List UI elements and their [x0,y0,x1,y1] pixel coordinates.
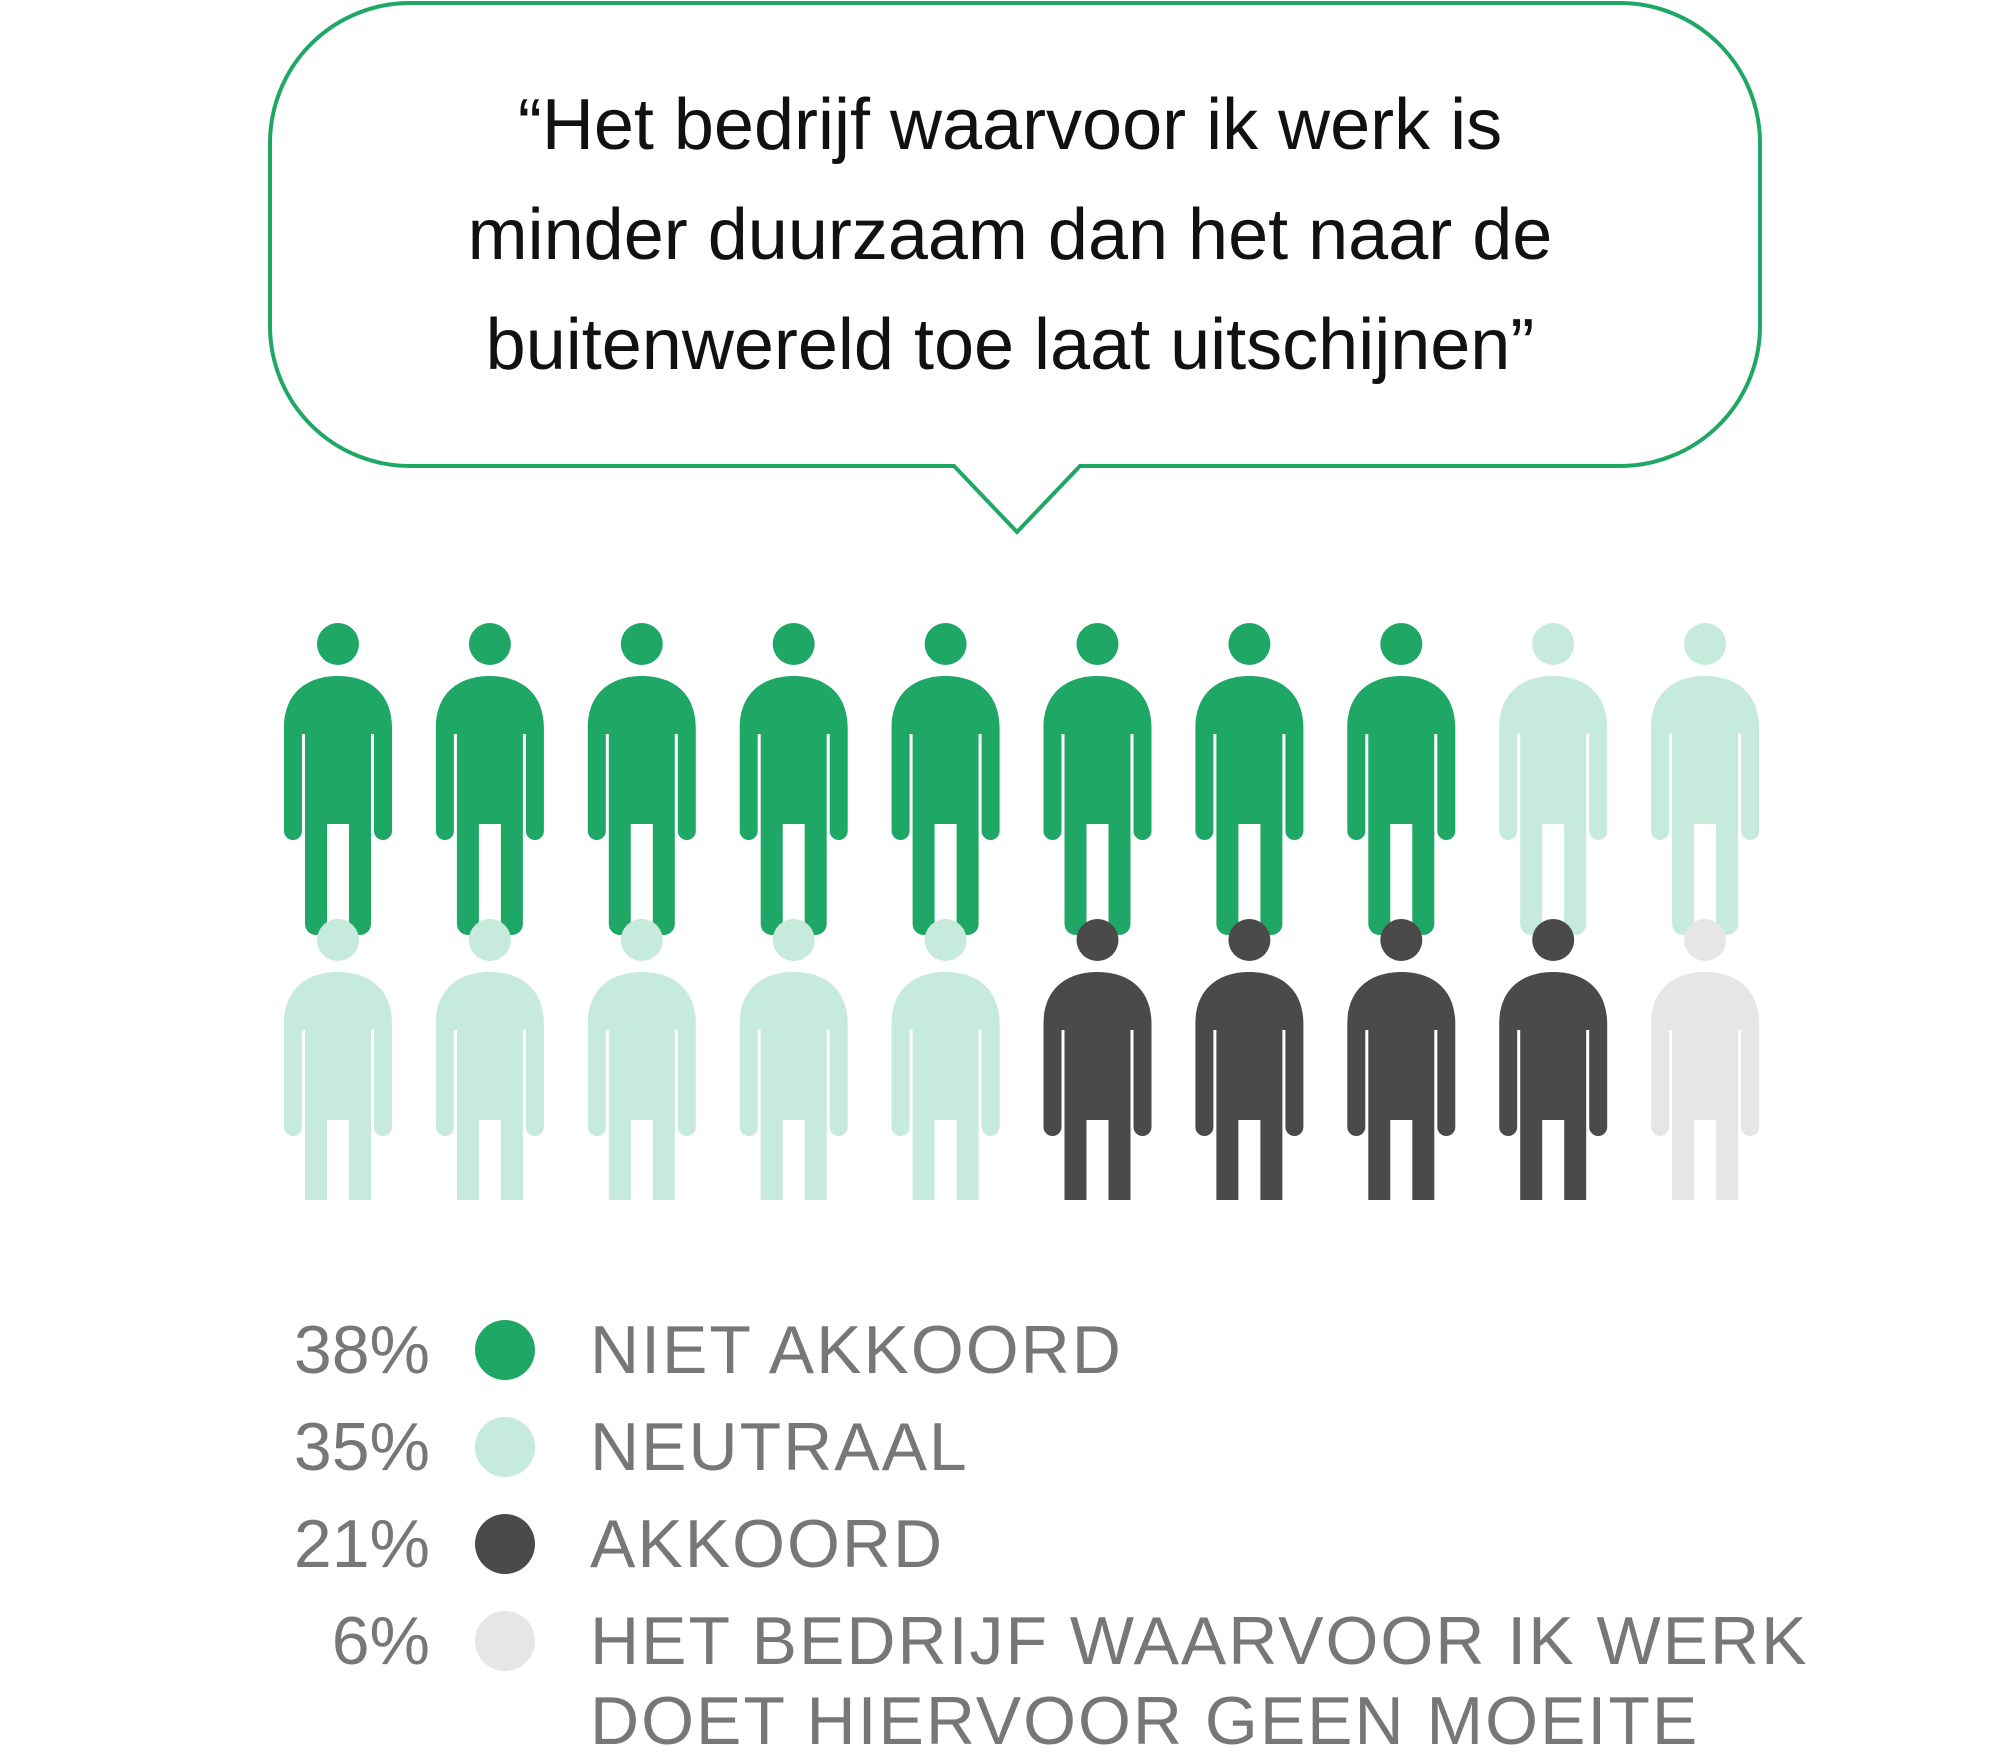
person-icon [891,623,1000,938]
person-icon [1043,919,1152,1200]
person-icon [435,623,544,938]
legend-label: AKKOORD [590,1506,945,1582]
legend-percentage: 6% [331,1603,430,1679]
quote-line: minder duurzaam dan het naar de [467,195,1553,275]
legend-label: NIET AKKOORD [590,1312,1123,1388]
quote-text: “Het bedrijf waarvoor ik werk is minder … [300,70,1720,400]
people-pictogram [284,623,1760,1200]
legend-percentage: 21% [293,1506,430,1582]
legend-circle-icon [475,1514,535,1574]
person-icon [587,919,696,1200]
person-icon [1195,919,1304,1200]
person-icon [1347,919,1456,1200]
quote-line: “Het bedrijf waarvoor ik werk is [517,85,1503,165]
person-icon [1499,919,1608,1200]
legend-circle-icon [475,1611,535,1671]
person-icon [739,919,848,1200]
legend-percentage: 38% [293,1312,430,1388]
person-icon [1043,623,1152,938]
person-icon [1651,919,1760,1200]
person-icon [891,919,1000,1200]
person-icon [284,919,392,1200]
legend-percentage: 35% [293,1409,430,1485]
legend-circle-icon [475,1320,535,1380]
person-icon [1347,623,1456,938]
person-icon [435,919,544,1200]
legend-circle-icon [475,1417,535,1477]
quote-line: buitenwereld toe laat uitschijnen” [485,305,1535,385]
legend-label: NEUTRAAL [590,1409,969,1485]
person-icon [1651,623,1760,938]
person-icon [1499,623,1608,938]
person-icon [284,623,392,938]
person-icon [587,623,696,938]
person-icon [739,623,848,938]
person-icon [1195,623,1304,938]
legend-label: HET BEDRIJF WAARVOOR IK WERK DOET HIERVO… [590,1603,1809,1759]
